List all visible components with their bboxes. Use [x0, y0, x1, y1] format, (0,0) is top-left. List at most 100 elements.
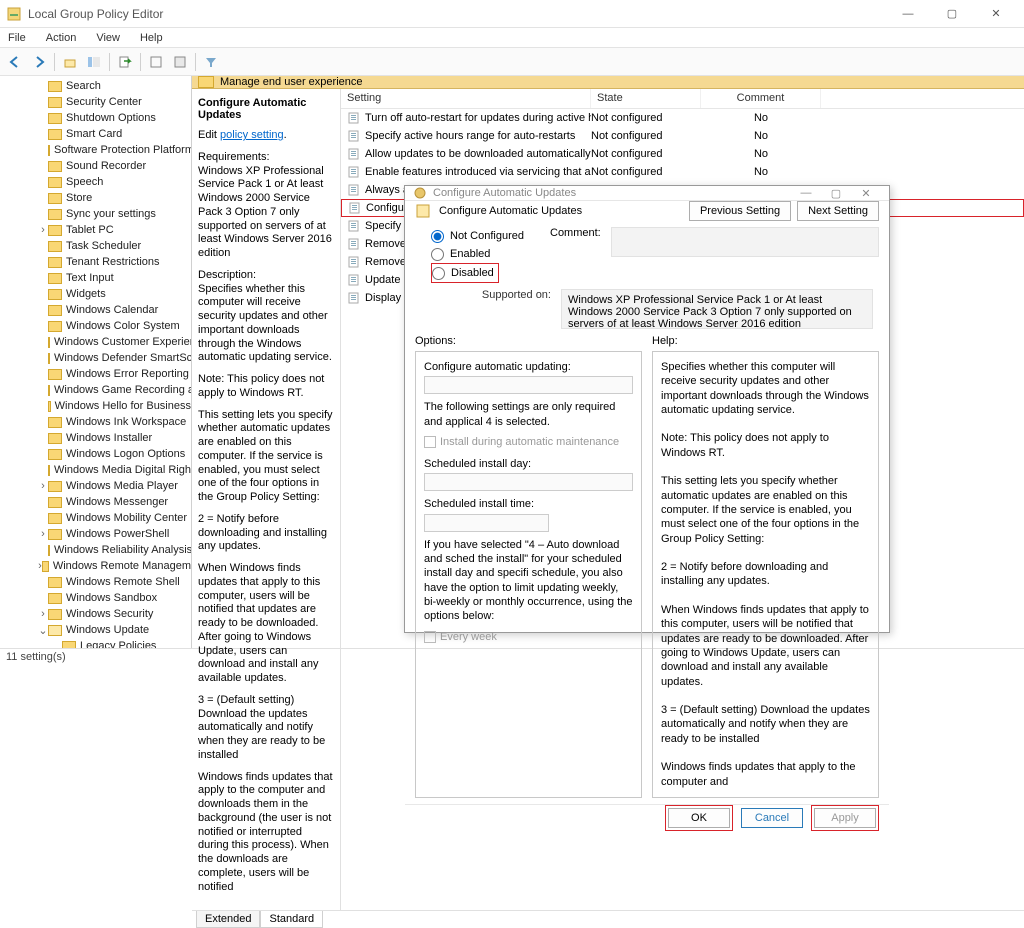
cancel-button[interactable]: Cancel	[741, 808, 803, 828]
tab-extended[interactable]: Extended	[196, 911, 260, 928]
menu-view[interactable]: View	[92, 32, 124, 44]
help-box: Specifies whether this computer will rec…	[652, 351, 879, 798]
show-tree-button[interactable]	[83, 51, 105, 73]
dialog-close[interactable]: ✕	[851, 187, 881, 200]
policy-icon	[347, 291, 361, 305]
tree-item[interactable]: Search	[0, 78, 191, 94]
table-row[interactable]: Allow updates to be downloaded automatic…	[341, 145, 1024, 163]
table-row[interactable]: Turn off auto-restart for updates during…	[341, 109, 1024, 127]
nav-tree[interactable]: SearchSecurity CenterShutdown OptionsSma…	[0, 76, 192, 648]
tree-item[interactable]: Windows Remote Shell	[0, 574, 191, 590]
table-row[interactable]: Enable features introduced via servicing…	[341, 163, 1024, 181]
tree-item[interactable]: Smart Card	[0, 126, 191, 142]
tree-item-windows-update[interactable]: ⌄Windows Update	[0, 622, 191, 638]
app-icon	[6, 6, 22, 22]
tree-item[interactable]: Windows Calendar	[0, 302, 191, 318]
options-label: Options:	[415, 335, 642, 347]
comment-textarea[interactable]	[611, 227, 879, 257]
dialog-minimize[interactable]: —	[791, 187, 821, 199]
tree-item[interactable]: Windows Defender SmartScr	[0, 350, 191, 366]
policy-icon	[347, 255, 361, 269]
tree-item[interactable]: Tenant Restrictions	[0, 254, 191, 270]
tab-standard[interactable]: Standard	[260, 911, 323, 928]
up-button[interactable]	[59, 51, 81, 73]
tree-item[interactable]: Task Scheduler	[0, 238, 191, 254]
radio-not-configured[interactable]: Not Configured	[431, 227, 524, 245]
radio-enabled[interactable]: Enabled	[431, 245, 524, 263]
every-week-checkbox[interactable]	[424, 631, 436, 643]
tree-item[interactable]: Windows Sandbox	[0, 590, 191, 606]
tree-item[interactable]: ›Windows Remote Managem	[0, 558, 191, 574]
comment-label: Comment:	[550, 227, 601, 287]
forward-button[interactable]	[28, 51, 50, 73]
toolbar	[0, 48, 1024, 76]
filter-button[interactable]	[200, 51, 222, 73]
minimize-button[interactable]: —	[886, 0, 930, 28]
policy-icon	[347, 129, 361, 143]
install-time-dropdown[interactable]	[424, 514, 549, 532]
next-setting-button[interactable]: Next Setting	[797, 201, 879, 221]
close-button[interactable]: ✕	[974, 0, 1018, 28]
tree-item[interactable]: Windows Error Reporting	[0, 366, 191, 382]
col-setting[interactable]: Setting	[341, 89, 591, 108]
tree-item[interactable]: Windows Logon Options	[0, 446, 191, 462]
apply-button[interactable]: Apply	[814, 808, 876, 828]
tree-item[interactable]: Text Input	[0, 270, 191, 286]
breadcrumb: Manage end user experience	[192, 76, 1024, 89]
radio-disabled[interactable]: Disabled	[432, 264, 494, 282]
policy-setting-link[interactable]: policy setting	[220, 129, 284, 141]
tree-item[interactable]: Legacy Policies	[0, 638, 191, 648]
policy-icon	[347, 165, 361, 179]
policy-icon	[348, 201, 362, 215]
dialog-subtitle: Configure Automatic Updates	[439, 205, 582, 217]
policy-icon	[347, 219, 361, 233]
tree-item[interactable]: ›Tablet PC	[0, 222, 191, 238]
tree-item[interactable]: ›Windows PowerShell	[0, 526, 191, 542]
refresh-button[interactable]	[145, 51, 167, 73]
tree-item[interactable]: ›Windows Media Player	[0, 478, 191, 494]
view-tabs: Extended Standard	[192, 910, 1024, 928]
export-button[interactable]	[114, 51, 136, 73]
window-title: Local Group Policy Editor	[28, 7, 886, 21]
install-maintenance-checkbox[interactable]	[424, 436, 436, 448]
tree-item[interactable]: Windows Ink Workspace	[0, 414, 191, 430]
tree-item[interactable]: Widgets	[0, 286, 191, 302]
dialog-title: Configure Automatic Updates	[433, 187, 576, 199]
menu-action[interactable]: Action	[42, 32, 81, 44]
install-day-dropdown[interactable]	[424, 473, 633, 491]
supported-on-text: Windows XP Professional Service Pack 1 o…	[561, 289, 873, 329]
col-comment[interactable]: Comment	[701, 89, 821, 108]
ok-button[interactable]: OK	[668, 808, 730, 828]
tree-item[interactable]: Windows Mobility Center	[0, 510, 191, 526]
tree-item[interactable]: Windows Color System	[0, 318, 191, 334]
tree-item[interactable]: Sync your settings	[0, 206, 191, 222]
previous-setting-button[interactable]: Previous Setting	[689, 201, 791, 221]
configure-updating-dropdown[interactable]	[424, 376, 633, 394]
properties-button[interactable]	[169, 51, 191, 73]
tree-item[interactable]: Windows Installer	[0, 430, 191, 446]
gear-icon	[413, 186, 427, 200]
col-state[interactable]: State	[591, 89, 701, 108]
tree-item[interactable]: Security Center	[0, 94, 191, 110]
tree-item[interactable]: Windows Hello for Business	[0, 398, 191, 414]
tree-item[interactable]: Windows Game Recording a	[0, 382, 191, 398]
tree-item[interactable]: Sound Recorder	[0, 158, 191, 174]
tree-item[interactable]: Windows Reliability Analysis	[0, 542, 191, 558]
policy-icon	[347, 111, 361, 125]
tree-item[interactable]: Software Protection Platform	[0, 142, 191, 158]
tree-item[interactable]: Shutdown Options	[0, 110, 191, 126]
folder-icon	[198, 76, 214, 88]
menu-help[interactable]: Help	[136, 32, 167, 44]
dialog-maximize[interactable]: ▢	[821, 187, 851, 200]
tree-item[interactable]: ›Windows Security	[0, 606, 191, 622]
tree-item[interactable]: Store	[0, 190, 191, 206]
tree-item[interactable]: Windows Messenger	[0, 494, 191, 510]
tree-item[interactable]: Windows Customer Experier	[0, 334, 191, 350]
tree-item[interactable]: Windows Media Digital Righ	[0, 462, 191, 478]
table-row[interactable]: Specify active hours range for auto-rest…	[341, 127, 1024, 145]
menu-file[interactable]: File	[4, 32, 30, 44]
back-button[interactable]	[4, 51, 26, 73]
maximize-button[interactable]: ▢	[930, 0, 974, 28]
policy-icon	[415, 203, 431, 219]
tree-item[interactable]: Speech	[0, 174, 191, 190]
